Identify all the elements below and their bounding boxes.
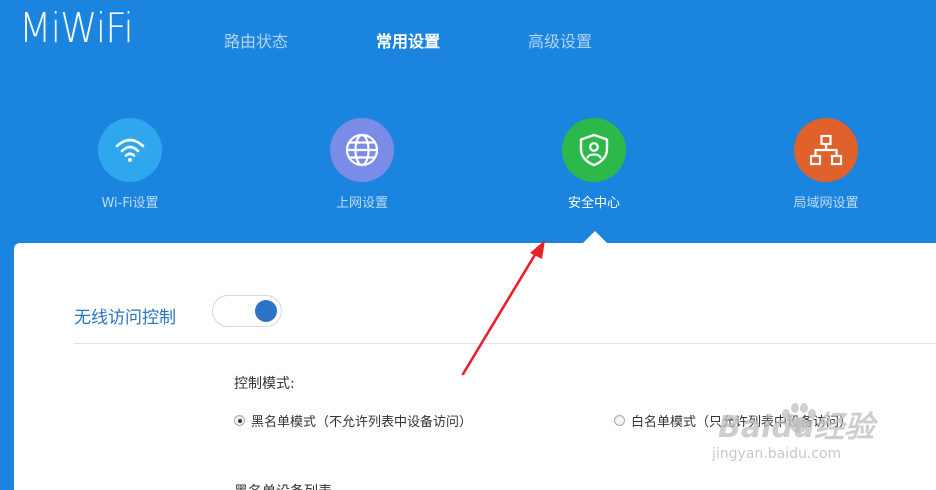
blacklist-mode-label: 黑名单模式（不允许列表中设备访问） — [251, 415, 473, 430]
watermark-text: Baidu经验 — [718, 410, 875, 445]
active-tab-pointer — [583, 231, 607, 243]
nav-router-status[interactable]: 路由状态 — [224, 28, 288, 52]
globe-icon — [330, 118, 394, 182]
watermark-url: jingyan.baidu.com — [712, 446, 842, 462]
nav-common-settings[interactable]: 常用设置 — [376, 28, 440, 52]
device-list-label: 黑名单设备列表 — [234, 481, 332, 490]
menu-internet-settings[interactable]: 上网设置 — [330, 118, 394, 211]
menu-lan-settings[interactable]: 局域网设置 — [793, 118, 859, 211]
shield-user-icon — [562, 118, 626, 182]
network-icon — [794, 118, 858, 182]
nav-advanced-settings[interactable]: 高级设置 — [528, 28, 592, 52]
menu-security-center-label: 安全中心 — [567, 196, 621, 211]
toggle-knob — [255, 300, 277, 322]
menu-wifi-settings[interactable]: Wi-Fi设置 — [98, 118, 162, 211]
menu-lan-settings-label: 局域网设置 — [793, 196, 859, 211]
menu-wifi-settings-label: Wi-Fi设置 — [101, 196, 159, 211]
menu-security-center[interactable]: 安全中心 — [562, 118, 626, 211]
baidu-watermark: Baidu经验 jingyan.baidu.com — [700, 392, 900, 472]
access-control-toggle[interactable] — [212, 295, 282, 327]
section-divider — [74, 343, 936, 344]
blacklist-mode-option[interactable]: 黑名单模式（不允许列表中设备访问） — [234, 411, 472, 430]
section-title: 无线访问控制 — [74, 308, 176, 328]
control-mode-label: 控制模式: — [234, 376, 295, 392]
blacklist-radio[interactable] — [234, 415, 245, 426]
wifi-icon — [98, 118, 162, 182]
miwifi-logo[interactable]: MiWiFi — [19, 4, 134, 52]
header-bar: MiWiFi 路由状态 常用设置 高级设置 Wi-Fi设置 上网设置 安全中心 … — [0, 0, 936, 243]
whitelist-radio[interactable] — [614, 415, 625, 426]
menu-internet-settings-label: 上网设置 — [335, 196, 389, 211]
